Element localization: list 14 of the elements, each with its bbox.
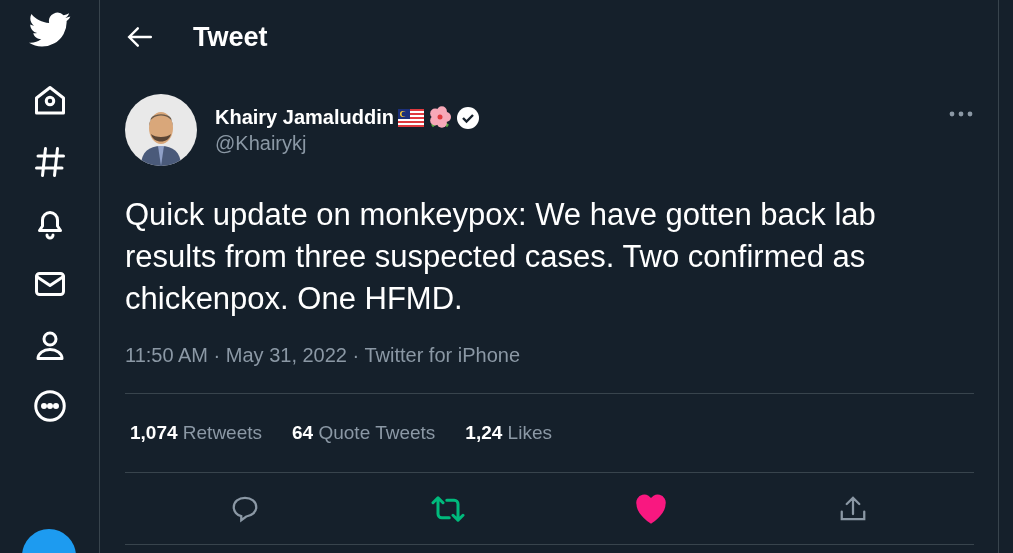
tweet-timestamp: 11:50 AM · May 31, 2022 · Twitter for iPhone xyxy=(125,344,522,367)
page-title: Tweet xyxy=(193,21,268,53)
bird-logo-icon[interactable] xyxy=(28,12,71,48)
engagement-stat[interactable]: 1,074 Retweets xyxy=(130,422,263,444)
engagement-stat[interactable]: 1,24 Likes xyxy=(465,422,552,444)
more-options-icon[interactable] xyxy=(948,110,974,118)
flag-icon xyxy=(397,108,424,127)
author-handle[interactable]: @Khairykj xyxy=(215,131,948,155)
engagement-stat[interactable]: 64 Quote Tweets xyxy=(292,422,436,444)
author-name[interactable]: Khairy Jamaluddin xyxy=(215,106,394,129)
back-arrow-icon[interactable] xyxy=(127,26,153,48)
more-icon[interactable] xyxy=(31,388,68,424)
tweet-text: Quick update on monkeypox: We have gotten back lab results from three suspected cases. Two confirmed as chickenpox. One HFMD. xyxy=(125,196,877,318)
flower-icon xyxy=(427,105,452,130)
